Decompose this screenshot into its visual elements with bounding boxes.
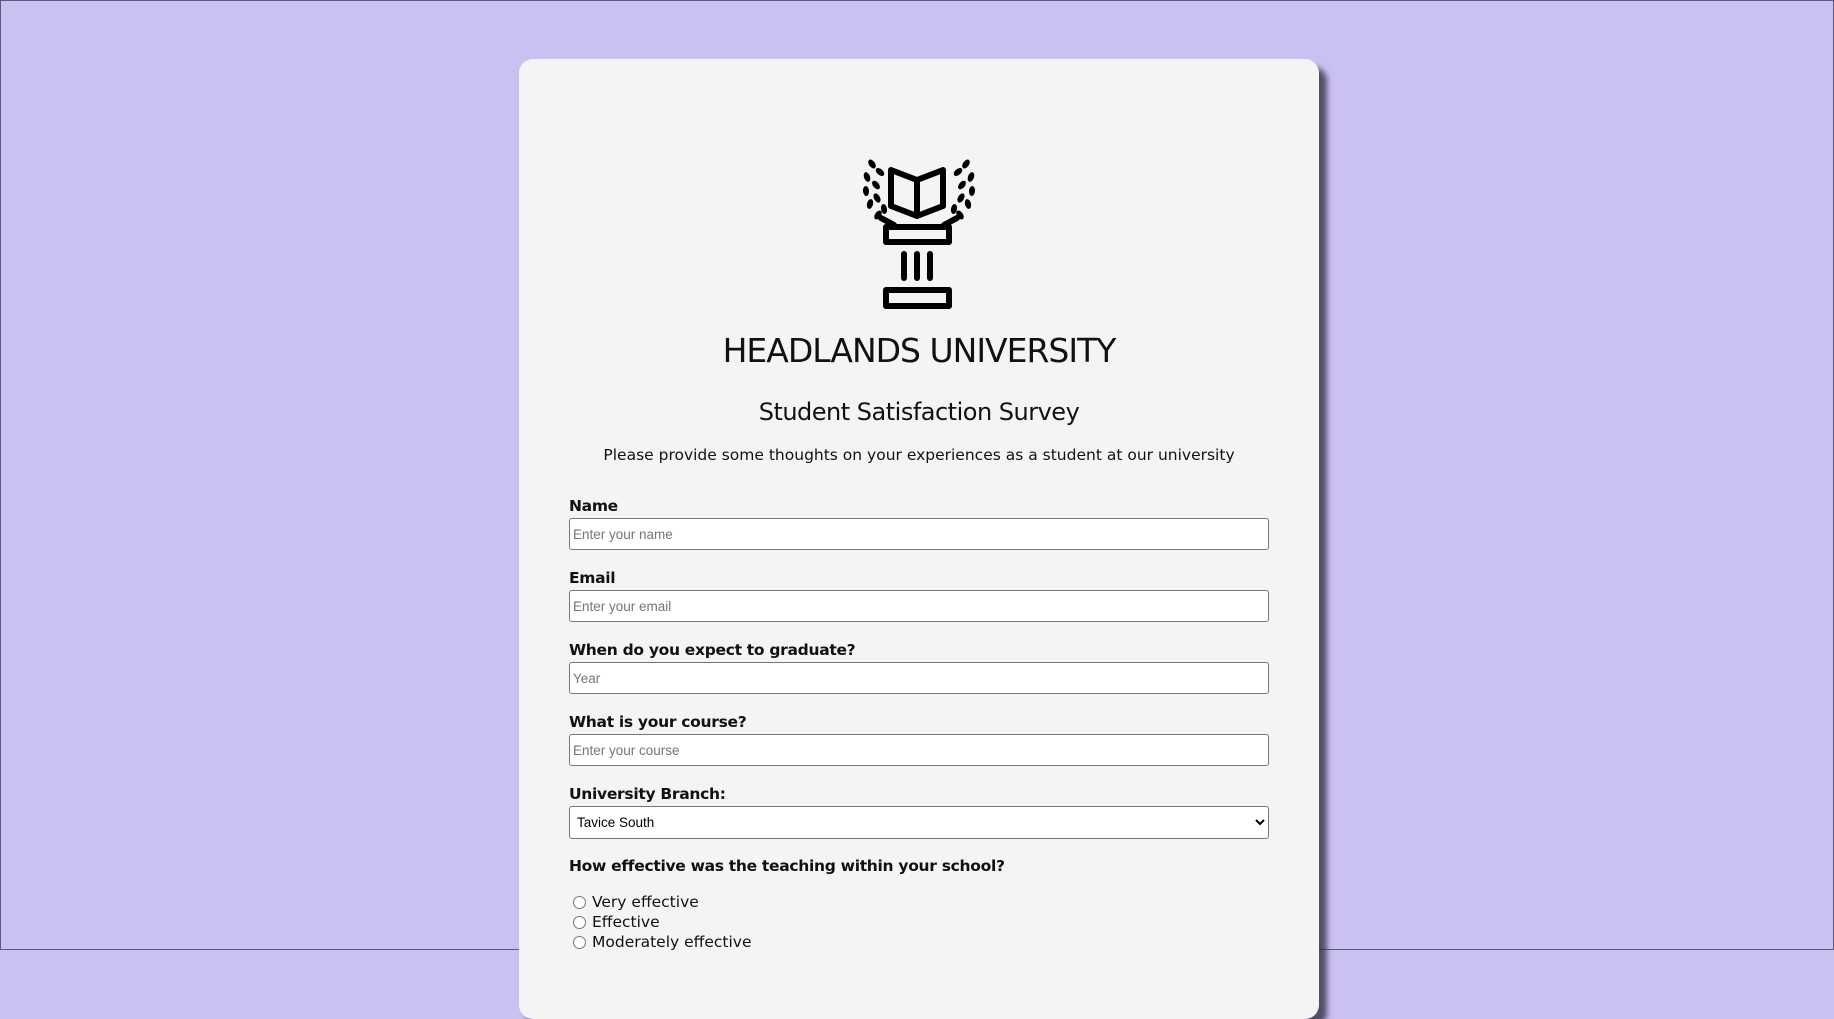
email-field-group: Email [569, 569, 1269, 622]
radio-label: Very effective [592, 893, 699, 911]
name-label: Name [569, 497, 618, 515]
teaching-option-moderately-effective[interactable]: Moderately effective [573, 932, 752, 952]
survey-card: HEADLANDS UNIVERSITY Student Satisfactio… [519, 59, 1319, 1019]
radio-moderately-effective[interactable] [573, 935, 586, 949]
survey-title: Student Satisfaction Survey [758, 398, 1080, 426]
graduation-field-group: When do you expect to graduate? [569, 641, 1269, 694]
university-logo-icon [862, 159, 976, 309]
email-label: Email [569, 569, 616, 587]
email-input[interactable] [569, 590, 1269, 622]
teaching-question-group: How effective was the teaching within yo… [569, 857, 1269, 878]
teaching-question-label: How effective was the teaching within yo… [569, 857, 1005, 875]
name-input[interactable] [569, 518, 1269, 550]
teaching-option-effective[interactable]: Effective [573, 912, 660, 932]
graduation-year-input[interactable] [569, 662, 1269, 694]
branch-label: University Branch: [569, 785, 726, 803]
survey-intro: Please provide some thoughts on your exp… [603, 446, 1235, 464]
course-input[interactable] [569, 734, 1269, 766]
branch-field-group: University Branch: Tavice South [569, 785, 1269, 839]
radio-effective[interactable] [573, 915, 586, 929]
teaching-option-very-effective[interactable]: Very effective [573, 892, 699, 912]
graduation-label: When do you expect to graduate? [569, 641, 856, 659]
university-name: HEADLANDS UNIVERSITY [722, 331, 1117, 370]
radio-very-effective[interactable] [573, 895, 586, 909]
course-label: What is your course? [569, 713, 747, 731]
course-field-group: What is your course? [569, 713, 1269, 766]
radio-label: Moderately effective [592, 933, 752, 951]
radio-label: Effective [592, 913, 660, 931]
branch-select[interactable]: Tavice South [569, 806, 1269, 839]
name-field-group: Name [569, 497, 1269, 550]
